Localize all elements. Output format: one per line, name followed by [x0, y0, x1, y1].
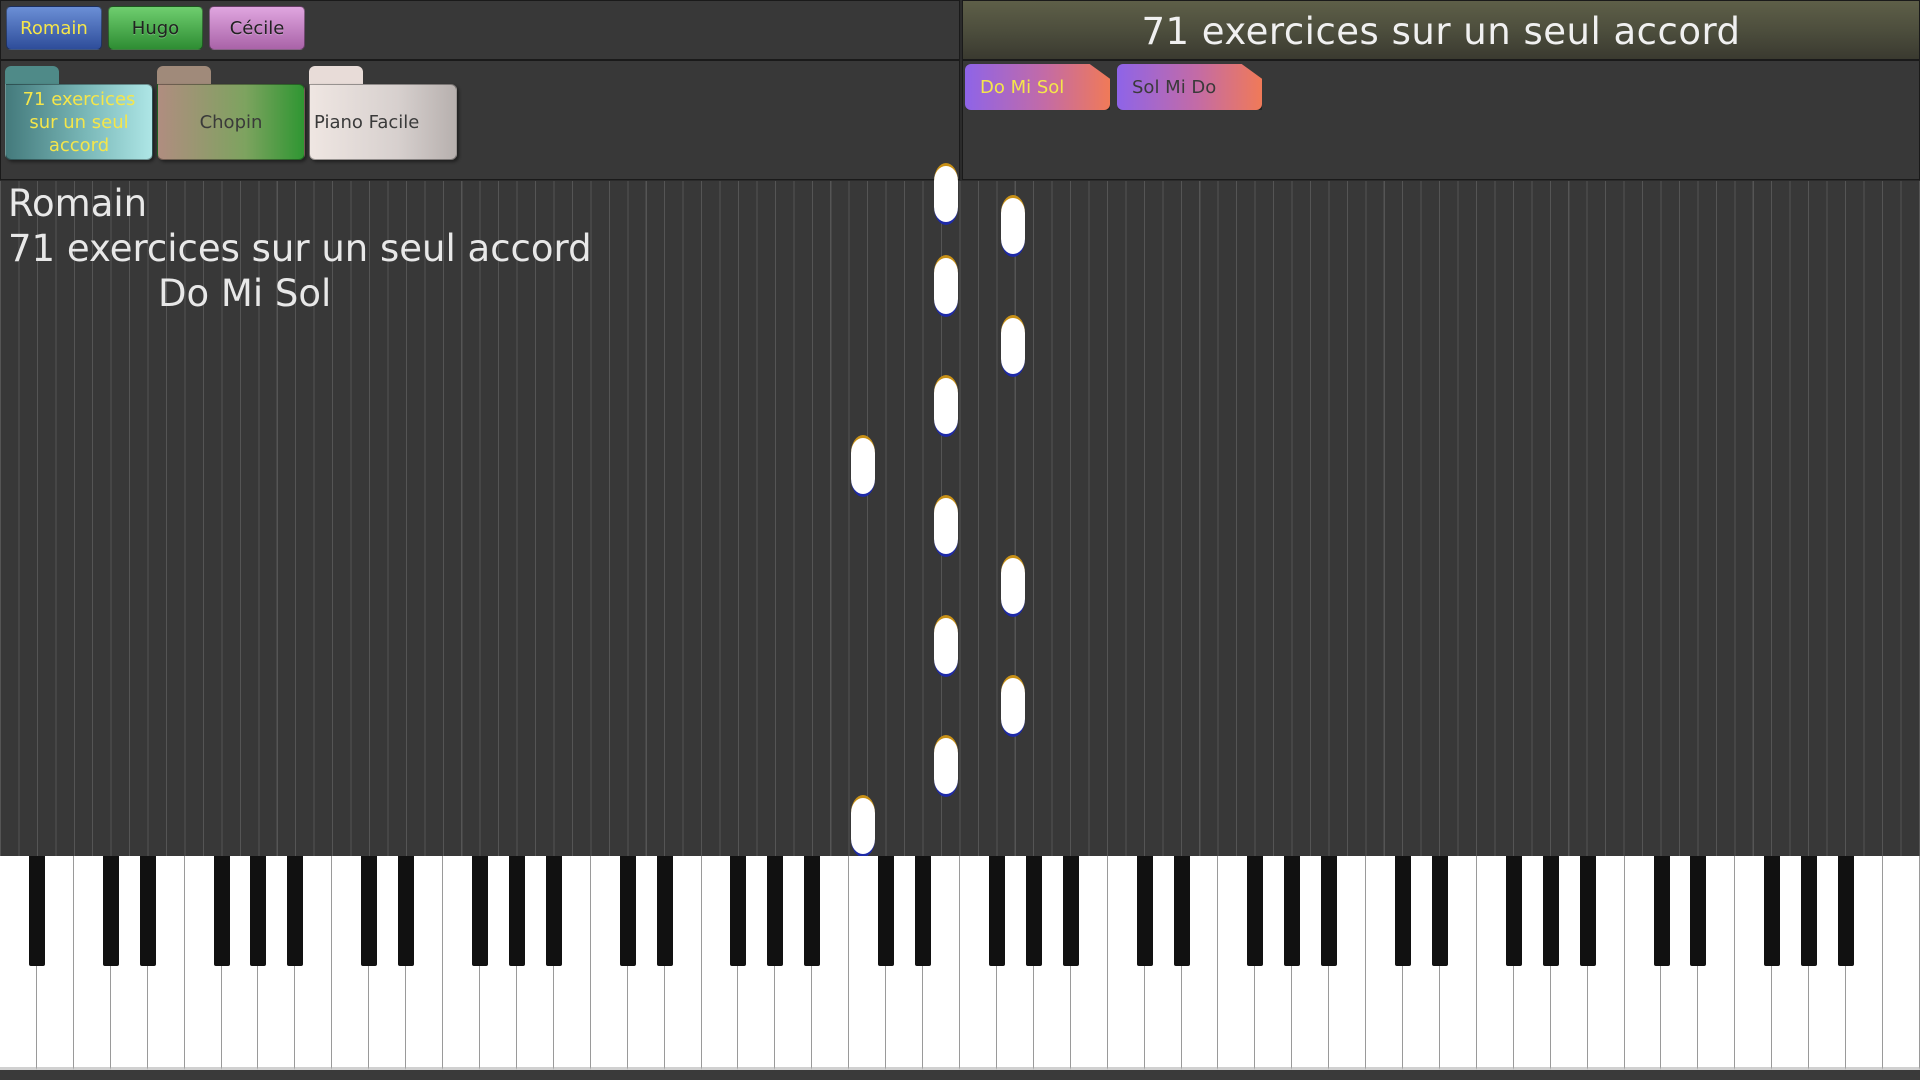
exercise-sol-mi-do[interactable]: Sol Mi Do — [1117, 64, 1262, 110]
info-exercise: Do Mi Sol — [158, 272, 332, 315]
folder-label: Piano Facile — [309, 84, 457, 160]
piano-roll: Romain 71 exercices sur un seul accord D… — [0, 163, 1920, 857]
falling-note — [934, 255, 958, 317]
black-key[interactable] — [28, 856, 45, 966]
falling-note — [1001, 675, 1025, 737]
black-key[interactable] — [1653, 856, 1670, 966]
black-key[interactable] — [1801, 856, 1818, 966]
folder-label: 71 exercices sur un seul accord — [5, 84, 153, 160]
exercise-do-mi-sol[interactable]: Do Mi Sol — [965, 64, 1110, 110]
piano-keyboard[interactable] — [0, 856, 1920, 1070]
white-key[interactable] — [1883, 856, 1920, 1070]
falling-note — [1001, 195, 1025, 257]
black-key[interactable] — [767, 856, 784, 966]
black-key[interactable] — [139, 856, 156, 966]
falling-note — [934, 163, 958, 225]
black-key[interactable] — [1136, 856, 1153, 966]
black-key[interactable] — [250, 856, 267, 966]
black-key[interactable] — [619, 856, 636, 966]
now-playing-info: Romain 71 exercices sur un seul accord D… — [8, 181, 592, 316]
black-key[interactable] — [287, 856, 304, 966]
black-key[interactable] — [1542, 856, 1559, 966]
info-collection: 71 exercices sur un seul accord — [8, 227, 592, 270]
black-key[interactable] — [1579, 856, 1596, 966]
black-key[interactable] — [1395, 856, 1412, 966]
folder-piano-facile[interactable]: Piano Facile — [309, 66, 457, 160]
black-key[interactable] — [988, 856, 1005, 966]
falling-note — [851, 795, 875, 857]
falling-note — [851, 435, 875, 497]
black-key[interactable] — [1505, 856, 1522, 966]
user-button-hugo[interactable]: Hugo — [108, 6, 203, 50]
black-key[interactable] — [730, 856, 747, 966]
black-key[interactable] — [1321, 856, 1338, 966]
black-key[interactable] — [472, 856, 488, 966]
black-key[interactable] — [1173, 856, 1190, 966]
black-key[interactable] — [1838, 856, 1855, 966]
black-key[interactable] — [656, 856, 673, 966]
black-key[interactable] — [1247, 856, 1264, 966]
black-key[interactable] — [1432, 856, 1448, 966]
black-key[interactable] — [915, 856, 932, 966]
falling-note — [1001, 315, 1025, 377]
info-user: Romain — [8, 182, 148, 225]
user-button-romain[interactable]: Romain — [6, 6, 102, 50]
bottom-bar — [0, 1070, 1920, 1080]
folder-chopin[interactable]: Chopin — [157, 66, 305, 160]
falling-note — [934, 735, 958, 797]
user-bar: Romain Hugo Cécile — [0, 0, 960, 60]
black-key[interactable] — [361, 856, 378, 966]
black-key[interactable] — [1690, 856, 1707, 966]
black-key[interactable] — [102, 856, 119, 966]
falling-note — [934, 615, 958, 677]
user-button-cecile[interactable]: Cécile — [209, 6, 305, 50]
title-bar: 71 exercices sur un seul accord — [962, 0, 1920, 60]
black-key[interactable] — [878, 856, 895, 966]
black-key[interactable] — [398, 856, 415, 966]
falling-note — [1001, 555, 1025, 617]
black-key[interactable] — [213, 856, 230, 966]
folder-71-exercices[interactable]: 71 exercices sur un seul accord — [5, 66, 153, 160]
black-key[interactable] — [508, 856, 525, 966]
black-key[interactable] — [1025, 856, 1042, 966]
collection-title: 71 exercices sur un seul accord — [1141, 9, 1741, 53]
black-key[interactable] — [804, 856, 821, 966]
falling-note — [934, 495, 958, 557]
falling-note — [934, 375, 958, 437]
folder-label: Chopin — [157, 84, 305, 160]
black-key[interactable] — [545, 856, 562, 966]
black-key[interactable] — [1284, 856, 1301, 966]
black-key[interactable] — [1062, 856, 1079, 966]
black-key[interactable] — [1764, 856, 1781, 966]
